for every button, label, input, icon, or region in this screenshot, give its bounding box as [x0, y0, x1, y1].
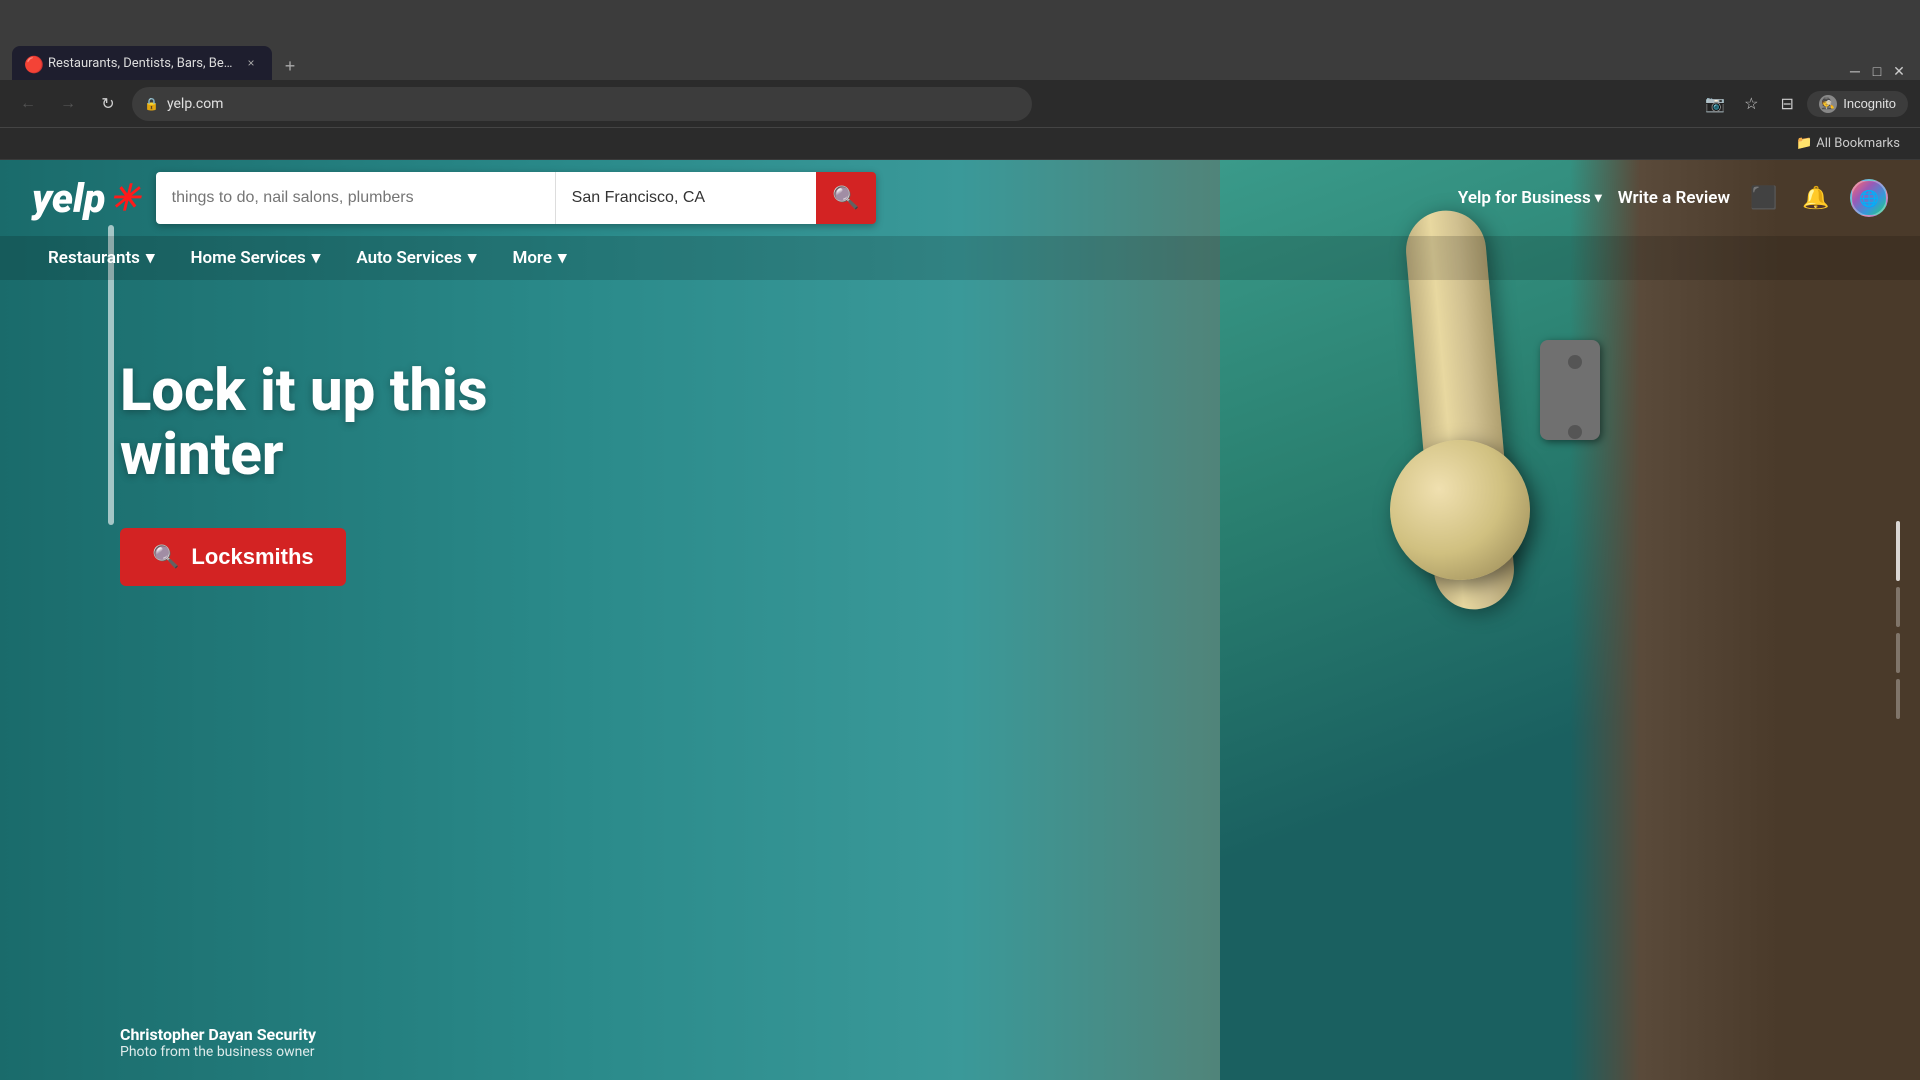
photo-credit-name: Christopher Dayan Security — [120, 1025, 316, 1044]
nav-item-auto-services[interactable]: Auto Services ▾ — [340, 236, 492, 280]
yelp-logo[interactable]: yelp ✳ — [32, 175, 140, 222]
auto-services-chevron-icon: ▾ — [468, 248, 477, 268]
nav-bar: ← → ↻ 🔒 yelp.com 📷 ☆ ⊟ 🕵 Incognito — [0, 80, 1920, 128]
new-tab-button[interactable]: + — [276, 52, 304, 80]
title-bar — [0, 0, 1920, 42]
nav-item-restaurants[interactable]: Restaurants ▾ — [32, 236, 170, 280]
all-bookmarks-link[interactable]: 📁 All Bookmarks — [1788, 134, 1908, 153]
search-bar[interactable]: 🔍 — [156, 172, 876, 224]
tab-close-button[interactable]: × — [242, 54, 260, 72]
scroll-dot-2 — [1896, 587, 1900, 627]
secure-lock-icon: 🔒 — [144, 97, 159, 111]
all-bookmarks-label: All Bookmarks — [1816, 136, 1900, 151]
yelp-for-business-link[interactable]: Yelp for Business ▾ — [1458, 188, 1602, 208]
camera-icon-button[interactable]: 📷 — [1699, 88, 1731, 120]
active-tab[interactable]: 🔴 Restaurants, Dentists, Bars, Bea... × — [12, 46, 272, 80]
locksmith-search-icon: 🔍 — [152, 544, 179, 570]
yelp-header: yelp ✳ 🔍 Yelp for Business ▾ Write a Rev… — [0, 160, 1920, 280]
auto-services-label: Auto Services — [356, 248, 462, 268]
hero-content: Lock it up this winter 🔍 Locksmiths — [0, 280, 1920, 586]
home-services-chevron-icon: ▾ — [312, 248, 321, 268]
yelp-logo-icon: ✳ — [110, 177, 140, 219]
locksmith-btn-label: Locksmiths — [191, 544, 313, 570]
bookmarks-bar: 📁 All Bookmarks — [0, 128, 1920, 160]
home-services-label: Home Services — [190, 248, 305, 268]
nav-item-more[interactable]: More ▾ — [496, 236, 582, 280]
chevron-down-icon: ▾ — [1595, 190, 1602, 206]
refresh-button[interactable]: ↻ — [92, 88, 124, 120]
search-button[interactable]: 🔍 — [816, 172, 876, 224]
avatar[interactable]: 🌐 — [1850, 179, 1888, 217]
maximize-button[interactable]: □ — [1868, 62, 1886, 80]
tab-bar: 🔴 Restaurants, Dentists, Bars, Bea... × … — [0, 42, 1920, 80]
yelp-page: yelp ✳ 🔍 Yelp for Business ▾ Write a Rev… — [0, 160, 1920, 1080]
scroll-dot-3 — [1896, 633, 1900, 673]
minimize-button[interactable]: ─ — [1846, 62, 1864, 80]
split-view-button[interactable]: ⊟ — [1771, 88, 1803, 120]
locksmiths-cta-button[interactable]: 🔍 Locksmiths — [120, 528, 346, 586]
restaurants-chevron-icon: ▾ — [146, 248, 155, 268]
url-text: yelp.com — [167, 96, 1020, 112]
more-label: More — [512, 248, 552, 268]
yelp-logo-text: yelp — [32, 175, 106, 222]
photo-credit: Christopher Dayan Security Photo from th… — [120, 1025, 316, 1060]
restaurants-label: Restaurants — [48, 248, 140, 268]
scroll-dot-4 — [1896, 679, 1900, 719]
tab-favicon: 🔴 — [24, 55, 40, 71]
photo-credit-sub: Photo from the business owner — [120, 1044, 316, 1060]
incognito-icon: 🕵 — [1819, 95, 1837, 113]
yelp-nav: yelp ✳ 🔍 Yelp for Business ▾ Write a Rev… — [0, 160, 1920, 236]
yelp-nav-right: Yelp for Business ▾ Write a Review ⬛ 🔔 🌐 — [1458, 179, 1888, 217]
forward-button[interactable]: → — [52, 88, 84, 120]
more-chevron-icon: ▾ — [558, 248, 567, 268]
tv-screen-icon[interactable]: ⬛ — [1746, 180, 1782, 216]
search-icon: 🔍 — [832, 185, 859, 211]
main-navigation: Restaurants ▾ Home Services ▾ Auto Servi… — [0, 236, 1920, 280]
avatar-icon: 🌐 — [1859, 189, 1879, 208]
hero-title: Lock it up this winter — [120, 360, 540, 488]
bookmark-star-button[interactable]: ☆ — [1735, 88, 1767, 120]
back-button[interactable]: ← — [12, 88, 44, 120]
nav-item-home-services[interactable]: Home Services ▾ — [174, 236, 336, 280]
bookmarks-folder-icon: 📁 — [1796, 136, 1812, 151]
search-location-input[interactable] — [556, 172, 816, 224]
notification-bell-icon[interactable]: 🔔 — [1798, 180, 1834, 216]
incognito-label: Incognito — [1843, 96, 1896, 111]
address-bar[interactable]: 🔒 yelp.com — [132, 87, 1032, 121]
browser-chrome: 🔴 Restaurants, Dentists, Bars, Bea... × … — [0, 0, 1920, 160]
yelp-for-business-label: Yelp for Business — [1458, 188, 1591, 208]
search-find-input[interactable] — [156, 172, 556, 224]
incognito-button[interactable]: 🕵 Incognito — [1807, 91, 1908, 117]
tab-title: Restaurants, Dentists, Bars, Bea... — [48, 56, 234, 71]
write-review-link[interactable]: Write a Review — [1618, 188, 1730, 208]
close-window-button[interactable]: ✕ — [1890, 62, 1908, 80]
nav-right-controls: 📷 ☆ ⊟ 🕵 Incognito — [1699, 88, 1908, 120]
